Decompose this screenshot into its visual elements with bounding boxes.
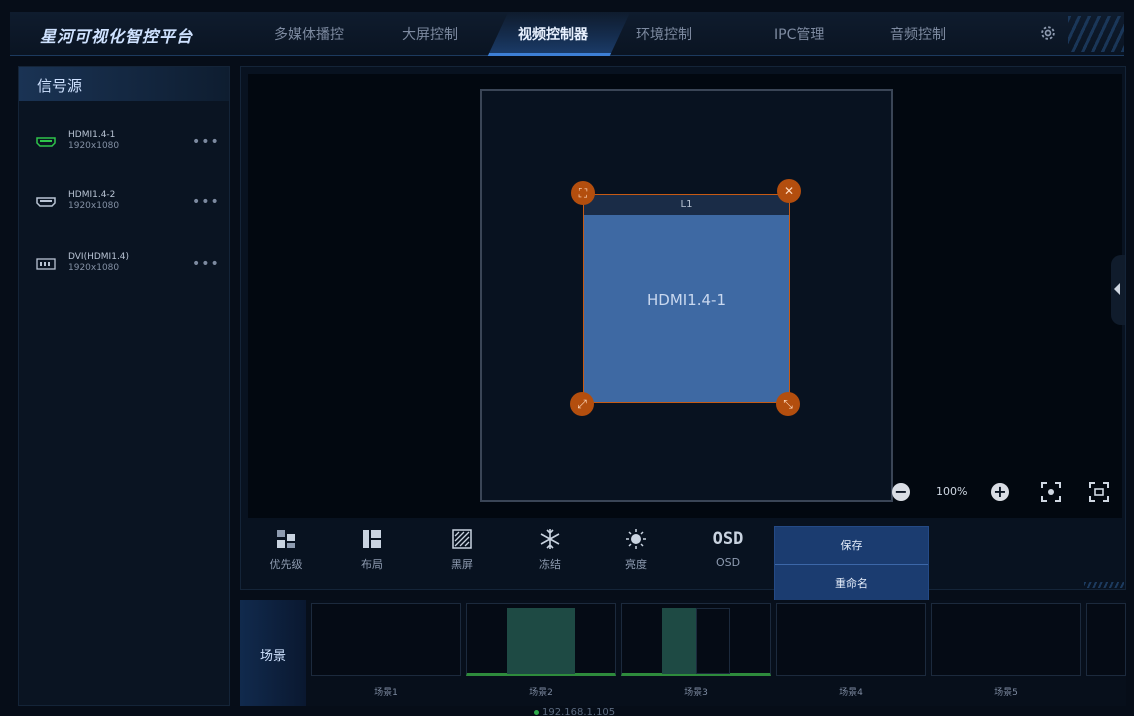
source-name: HDMI1.4-2: [68, 190, 116, 200]
hdmi-icon: [36, 137, 56, 147]
tool-label: 布局: [361, 558, 383, 571]
source-name: DVI(HDMI1.4): [68, 252, 130, 262]
blackscreen-button[interactable]: 黑屏: [432, 528, 492, 576]
layout-button[interactable]: 布局: [342, 528, 402, 576]
tool-label: 优先级: [269, 558, 303, 571]
blackscreen-icon: [452, 529, 472, 549]
hdmi-icon: [36, 197, 56, 207]
zoom-level: 100%: [936, 485, 968, 498]
osd-icon: OSD: [712, 529, 744, 549]
close-window-icon[interactable]: ✕: [777, 179, 801, 203]
brightness-button[interactable]: 亮度: [606, 528, 666, 576]
collapse-panel-toggle[interactable]: [1111, 255, 1125, 325]
freeze-icon: [540, 529, 560, 549]
signal-source-panel: 信号源: [18, 66, 230, 706]
app-brand-title: 星河可视化智控平台: [40, 27, 194, 46]
tool-label: 亮度: [625, 558, 647, 571]
tool-label: 冻结: [539, 558, 561, 571]
tool-label: 黑屏: [451, 558, 473, 571]
ip-address: 192.168.1.105: [542, 707, 616, 716]
scene-name: 场景5: [994, 688, 1018, 698]
decorative-stripes: [1084, 582, 1124, 588]
tab-audio[interactable]: 音频控制: [890, 24, 946, 44]
status-dot-icon: [534, 709, 539, 715]
window-source-label: HDMI1.4-1: [646, 291, 726, 309]
source-name: HDMI1.4-1: [68, 130, 116, 140]
source-item-hdmi-1[interactable]: HDMI1.4-1 1920x1080 •••: [36, 130, 226, 160]
zoom-in-button[interactable]: +: [991, 483, 1009, 501]
priority-icon: [277, 530, 295, 548]
more-options-icon[interactable]: •••: [192, 134, 220, 150]
layout-icon: [363, 530, 381, 548]
more-options-icon[interactable]: •••: [192, 256, 220, 272]
source-resolution: 1920x1080: [68, 141, 120, 151]
video-window[interactable]: L1 HDMI1.4-1: [583, 194, 790, 403]
scene-name: 场景4: [839, 688, 863, 698]
scene-window-preview: [507, 608, 575, 674]
scene-thumbnail-3[interactable]: [621, 603, 771, 676]
gear-icon[interactable]: [1038, 23, 1058, 43]
tab-video-controller[interactable]: 视频控制器: [518, 24, 588, 44]
panel-title: 信号源: [19, 67, 229, 101]
zoom-out-button[interactable]: −: [892, 483, 910, 501]
brightness-icon: [626, 529, 646, 549]
dvi-icon: [36, 258, 56, 270]
resize-handle-bottom-left-icon[interactable]: ⤢: [570, 392, 594, 416]
fit-screen-icon[interactable]: [1040, 481, 1062, 503]
scene-thumbnail-6[interactable]: [1086, 603, 1126, 676]
connection-status: 192.168.1.105: [534, 707, 615, 716]
scene-window-preview: [662, 608, 696, 674]
save-menu-item[interactable]: 保存: [775, 527, 928, 564]
source-resolution: 1920x1080: [68, 201, 120, 211]
freeze-button[interactable]: 冻结: [520, 528, 580, 576]
more-options-icon[interactable]: •••: [192, 194, 220, 210]
tab-environment[interactable]: 环境控制: [636, 24, 692, 44]
tool-label: OSD: [715, 556, 741, 569]
scene-name: 场景1: [374, 688, 398, 698]
scene-name: 场景3: [684, 688, 708, 698]
tab-screen-control[interactable]: 大屏控制: [402, 24, 458, 44]
scene-thumbnail-4[interactable]: [776, 603, 926, 676]
scene-name: 场景2: [529, 688, 553, 698]
top-nav-bar: 星河可视化智控平台 多媒体播控 大屏控制 视频控制器 环境控制 IPC管理 音频…: [10, 12, 1124, 56]
source-item-dvi[interactable]: DVI(HDMI1.4) 1920x1080 •••: [36, 252, 226, 282]
source-item-hdmi-2[interactable]: HDMI1.4-2 1920x1080 •••: [36, 190, 226, 220]
tab-multimedia[interactable]: 多媒体播控: [274, 24, 344, 44]
context-menu: 保存 重命名: [774, 526, 929, 602]
fullscreen-handle-icon[interactable]: ⛶: [571, 181, 595, 205]
actual-size-icon[interactable]: [1088, 481, 1110, 503]
osd-button[interactable]: OSD OSD: [698, 528, 758, 576]
scene-strip-title: 场景: [260, 649, 287, 664]
scene-thumbnail-2[interactable]: [466, 603, 616, 676]
scene-window-preview: [696, 608, 730, 674]
priority-button[interactable]: 优先级: [256, 528, 316, 576]
scene-thumbnail-1[interactable]: [311, 603, 461, 676]
scene-thumbnail-5[interactable]: [931, 603, 1081, 676]
rename-menu-item[interactable]: 重命名: [775, 565, 928, 602]
window-title: L1: [584, 195, 789, 215]
decorative-stripes: [1068, 16, 1124, 52]
source-resolution: 1920x1080: [68, 263, 120, 273]
resize-handle-bottom-right-icon[interactable]: ⤡: [776, 392, 800, 416]
tab-ipc[interactable]: IPC管理: [774, 24, 824, 44]
